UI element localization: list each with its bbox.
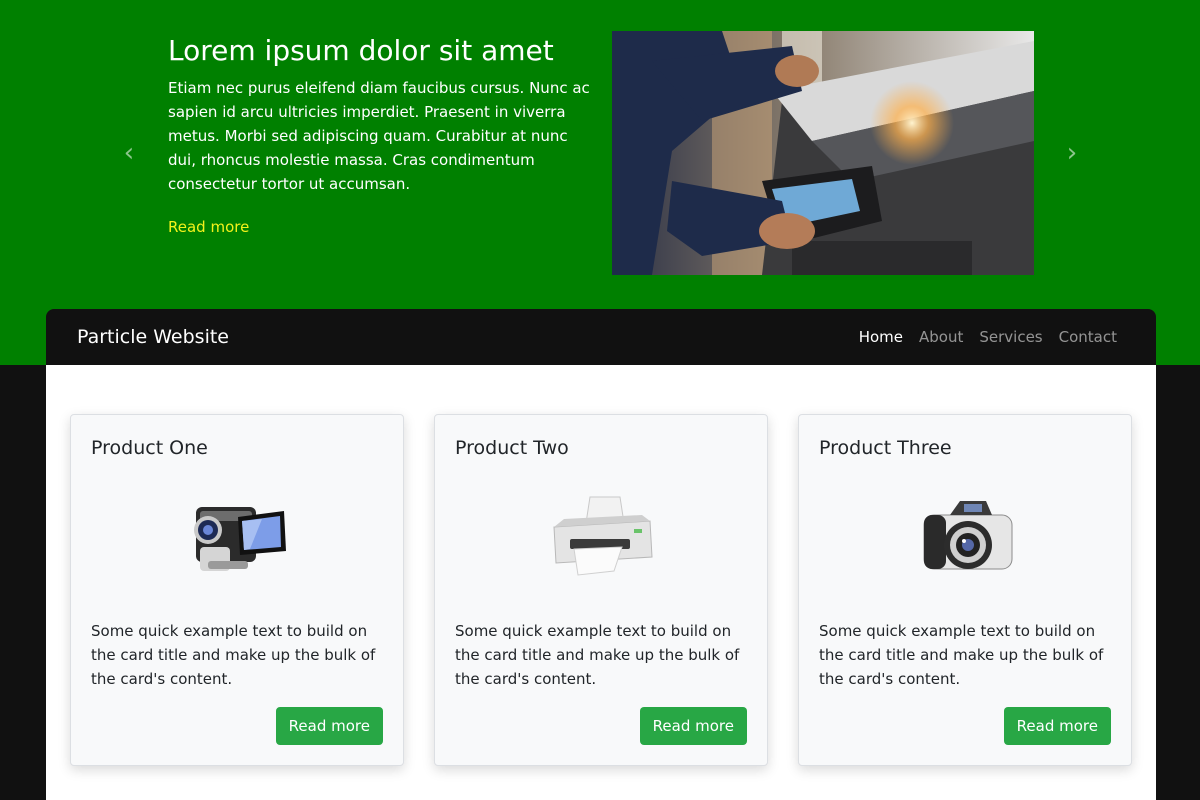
carousel-caption: Lorem ipsum dolor sit amet Etiam nec pur…	[168, 34, 593, 239]
navbar-brand[interactable]: Particle Website	[77, 325, 229, 349]
camera-icon	[906, 485, 1026, 585]
card-title: Product Two	[455, 437, 569, 459]
card-text: Some quick example text to build on the …	[455, 622, 740, 688]
carousel-read-more-link[interactable]: Read more	[168, 215, 249, 239]
read-more-button[interactable]: Read more	[275, 707, 383, 745]
read-more-button[interactable]: Read more	[1003, 707, 1111, 745]
nav-links: Home About Services Contact	[859, 327, 1117, 347]
copier-photo-illustration	[612, 31, 1034, 275]
card-text: Some quick example text to build on the …	[91, 622, 376, 688]
copier-photo	[612, 31, 1034, 275]
nav-link-about[interactable]: About	[919, 327, 963, 347]
carousel-prev-icon[interactable]: ‹	[114, 138, 144, 168]
printer-icon	[542, 485, 662, 585]
carousel-body-text: Etiam nec purus eleifend diam faucibus c…	[168, 79, 590, 193]
carousel-title: Lorem ipsum dolor sit amet	[168, 34, 554, 67]
card-text: Some quick example text to build on the …	[819, 622, 1104, 688]
card-title: Product Three	[819, 437, 952, 459]
product-card-three: Product Three Some quick example text to…	[798, 414, 1132, 766]
navbar: Particle Website Home About Services Con…	[46, 309, 1156, 365]
carousel-next-icon[interactable]: ›	[1057, 138, 1087, 168]
product-card-one: Product One Some quick example text to b…	[70, 414, 404, 766]
nav-link-services[interactable]: Services	[979, 327, 1042, 347]
nav-link-contact[interactable]: Contact	[1059, 327, 1117, 347]
product-card-two: Product Two Some quick example text to b…	[434, 414, 768, 766]
read-more-button[interactable]: Read more	[639, 707, 747, 745]
card-title: Product One	[91, 437, 208, 459]
nav-link-home[interactable]: Home	[859, 327, 903, 347]
main-content: Product One Some quick example text to b…	[46, 365, 1156, 800]
video-camera-icon	[178, 485, 298, 585]
